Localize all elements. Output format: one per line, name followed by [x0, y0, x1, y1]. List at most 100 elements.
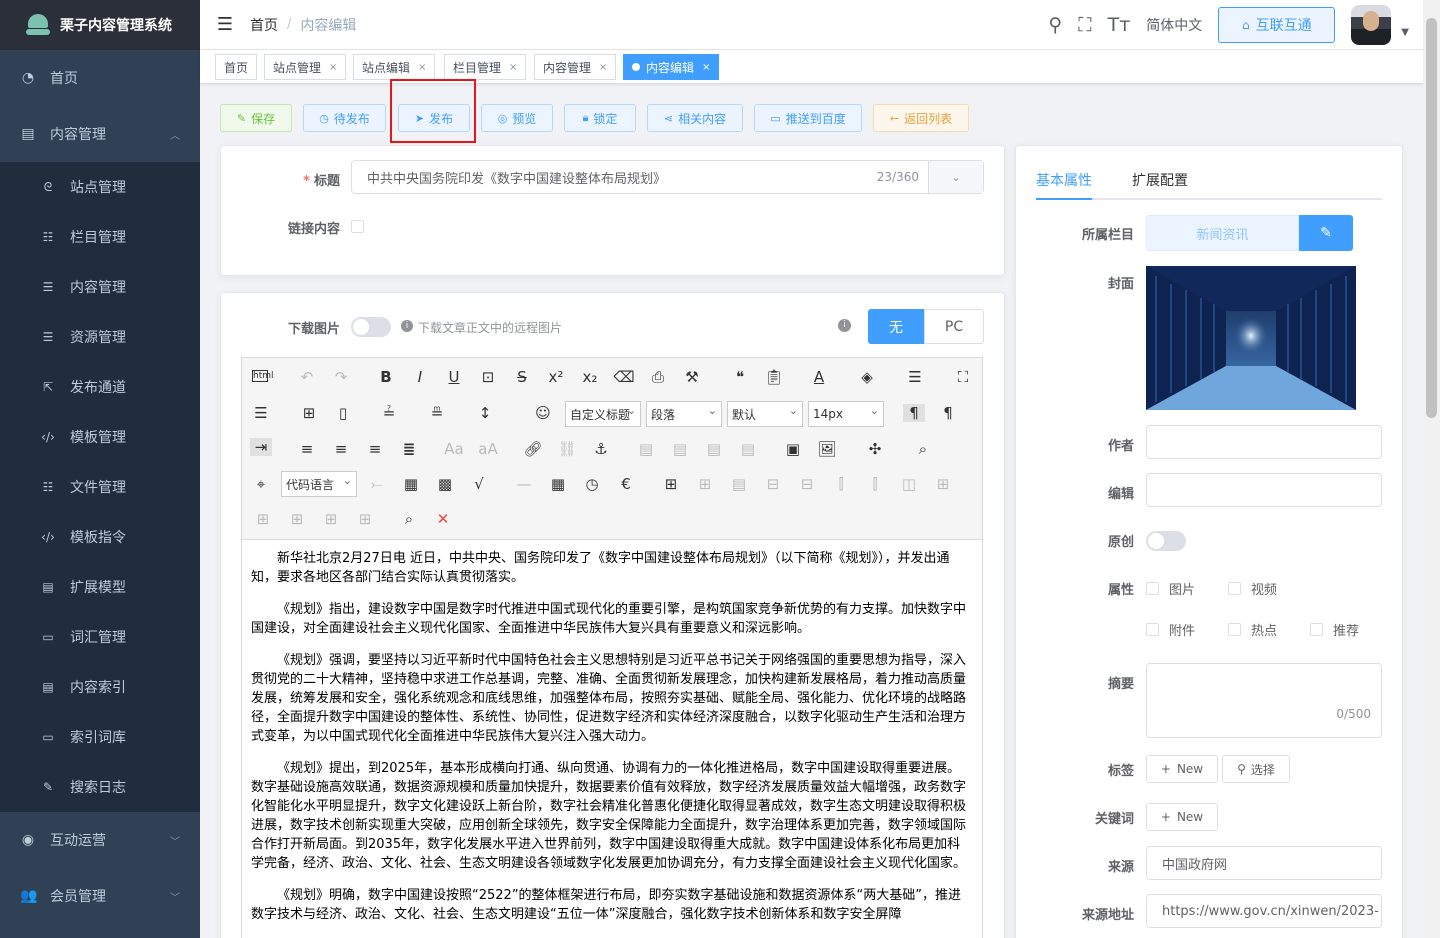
lowercase-icon[interactable]: aA	[477, 440, 499, 458]
sidebar-item-site[interactable]: ᘓ 站点管理	[0, 162, 200, 212]
source-input[interactable]: 中国政府网	[1146, 846, 1382, 880]
link-content-checkbox[interactable]	[351, 220, 364, 233]
back-to-list-button[interactable]: ← 返回列表	[873, 104, 969, 132]
breadcrumb-home[interactable]: 首页	[250, 15, 278, 35]
preview-icon[interactable]: ⌕	[398, 510, 420, 528]
edit-column-button[interactable]: ✎	[1299, 215, 1353, 251]
author-input[interactable]	[1146, 425, 1382, 459]
fullscreen-icon[interactable]: ⛶	[952, 368, 974, 386]
anchor-icon[interactable]: ⚓︎	[590, 440, 612, 458]
sidebar-item-content[interactable]: ☰ 内容管理	[0, 262, 200, 312]
ltr-icon[interactable]: ¶	[903, 404, 925, 422]
insert-row-icon[interactable]: ⊟	[762, 475, 784, 493]
attr-hot-checkbox[interactable]: 热点	[1228, 620, 1277, 639]
tag-content-management[interactable]: 内容管理 ×	[534, 54, 617, 80]
font-color-icon[interactable]: A	[808, 368, 830, 386]
template-icon[interactable]: ▦	[400, 475, 422, 493]
border-icon[interactable]: ⊡	[477, 368, 499, 386]
delete-row-icon[interactable]: ⊟	[796, 475, 818, 493]
lock-button[interactable]: 🔒︎ 锁定	[564, 104, 636, 132]
align-left-icon[interactable]: ≡	[296, 440, 318, 458]
background-icon[interactable]: ▩	[434, 475, 456, 493]
scrollbar-thumb[interactable]	[1426, 18, 1437, 418]
align-center-icon[interactable]: ≡	[330, 440, 352, 458]
date-icon[interactable]: ▦	[547, 475, 569, 493]
eraser-icon[interactable]: ⌫	[613, 368, 635, 386]
sidebar-item-member[interactable]: 👥 会员管理 ﹀	[0, 868, 200, 924]
format-brush-icon[interactable]: ⎙	[647, 368, 669, 386]
summary-textarea[interactable]: 0/500	[1146, 663, 1382, 738]
magic-wand-icon[interactable]: ⚒	[681, 368, 703, 386]
original-switch[interactable]	[1146, 531, 1186, 551]
insert-image-icon[interactable]: 🖼︎	[816, 440, 838, 458]
unlink-icon[interactable]: ⛓	[556, 440, 578, 458]
select-tag-button[interactable]: ⚲ 选择	[1222, 755, 1290, 783]
sidebar-item-resource[interactable]: ☰ 资源管理	[0, 312, 200, 362]
sidebar-item-vocab[interactable]: ▭ 词汇管理	[0, 612, 200, 662]
close-icon[interactable]: ×	[599, 62, 607, 73]
delete-table-icon[interactable]: ⊞	[694, 475, 716, 493]
font-size-select[interactable]: 14px	[808, 401, 884, 427]
italic-icon[interactable]: I	[409, 368, 431, 386]
fullscreen-icon[interactable]: ⛶	[1078, 14, 1091, 36]
strikethrough-icon[interactable]: S	[511, 368, 533, 386]
clear-document-icon[interactable]: ▯	[332, 404, 354, 422]
sidebar-item-template[interactable]: ‹/› 模板管理	[0, 412, 200, 462]
source-url-input[interactable]: https://www.gov.cn/xinwen/2023-	[1146, 894, 1382, 928]
split-cells-icon[interactable]: ⊞	[286, 510, 308, 528]
image-right-icon[interactable]: ▤	[703, 440, 725, 458]
download-images-switch[interactable]	[351, 317, 391, 337]
push-baidu-button[interactable]: ▭ 推送到百度	[754, 104, 862, 132]
redo-icon[interactable]: ↷	[330, 368, 352, 386]
sidebar-item-file[interactable]: ☷ 文件管理	[0, 462, 200, 512]
select-all-icon[interactable]: ⊞	[298, 404, 320, 422]
emotion-icon[interactable]: ☺	[532, 404, 554, 422]
background-color-icon[interactable]: ◈	[856, 368, 878, 386]
insert-paragraph-icon[interactable]: ▤	[728, 475, 750, 493]
sidebar-item-column[interactable]: ☷ 栏目管理	[0, 212, 200, 262]
insert-col-icon[interactable]: ⫿	[830, 475, 852, 493]
editor-input[interactable]	[1146, 473, 1382, 507]
sidebar-item-ext-model[interactable]: ▤ 扩展模型	[0, 562, 200, 612]
split-rows-icon[interactable]: ⊞	[320, 510, 342, 528]
merge-cells-icon[interactable]: ◫	[898, 475, 920, 493]
rtl-icon[interactable]: ¶	[937, 404, 959, 422]
sidebar-item-publish-channel[interactable]: ⇱ 发布通道	[0, 362, 200, 412]
align-justify-icon[interactable]: ≣	[398, 440, 420, 458]
preview-button[interactable]: ◎ 预览	[481, 104, 553, 132]
new-keyword-button[interactable]: + New	[1146, 803, 1218, 831]
sidebar-item-home[interactable]: ◔ 首页	[0, 50, 200, 106]
save-button[interactable]: ✎ 保存	[220, 104, 292, 132]
tab-extended-config[interactable]: 扩展配置	[1132, 170, 1188, 190]
special-char-icon[interactable]: €	[615, 475, 637, 493]
mode-none-button[interactable]: 无	[868, 309, 924, 344]
sidebar-item-interaction[interactable]: ◉ 互动运营 ﹀	[0, 812, 200, 868]
undo-icon[interactable]: ↶	[296, 368, 318, 386]
line-height-icon[interactable]: ↕	[474, 404, 496, 422]
subscript-icon[interactable]: x₂	[579, 368, 601, 386]
ai-icon[interactable]: ✕	[432, 510, 454, 528]
underline-icon[interactable]: U	[443, 368, 465, 386]
image-left-icon[interactable]: ▤	[669, 440, 691, 458]
code-language-select[interactable]: 代码语言	[281, 471, 357, 497]
merge-right-icon[interactable]: ⊞	[932, 475, 954, 493]
avatar[interactable]	[1351, 5, 1392, 45]
close-icon[interactable]: ×	[509, 62, 517, 73]
tag-site-management[interactable]: 站点管理 ×	[264, 54, 347, 80]
paragraph-select[interactable]: 段落	[646, 401, 722, 427]
html-source-icon[interactable]: html	[252, 370, 274, 382]
editor-content[interactable]: 新华社北京2月27日电 近日，中共中央、国务院印发了《数字中国建设整体布局规划》…	[241, 540, 983, 938]
close-icon[interactable]: ×	[418, 62, 426, 73]
attr-recommend-checkbox[interactable]: 推荐	[1310, 620, 1359, 639]
time-icon[interactable]: ◷	[581, 475, 603, 493]
horizontal-rule-icon[interactable]: —	[513, 475, 535, 493]
tag-home[interactable]: 首页	[215, 54, 258, 80]
search-icon[interactable]: ⚲	[1048, 14, 1062, 36]
custom-title-select[interactable]: 自定义标题	[565, 401, 641, 427]
tag-column-management[interactable]: 栏目管理 ×	[444, 54, 527, 80]
sidebar-item-content-management[interactable]: ▤ 内容管理 ︿	[0, 106, 200, 162]
font-family-select[interactable]: 默认	[727, 401, 803, 427]
related-content-button[interactable]: ⋖ 相关内容	[647, 104, 743, 132]
attr-image-checkbox[interactable]: 图片	[1146, 579, 1195, 598]
app-logo[interactable]: 栗子内容管理系统	[0, 0, 200, 50]
